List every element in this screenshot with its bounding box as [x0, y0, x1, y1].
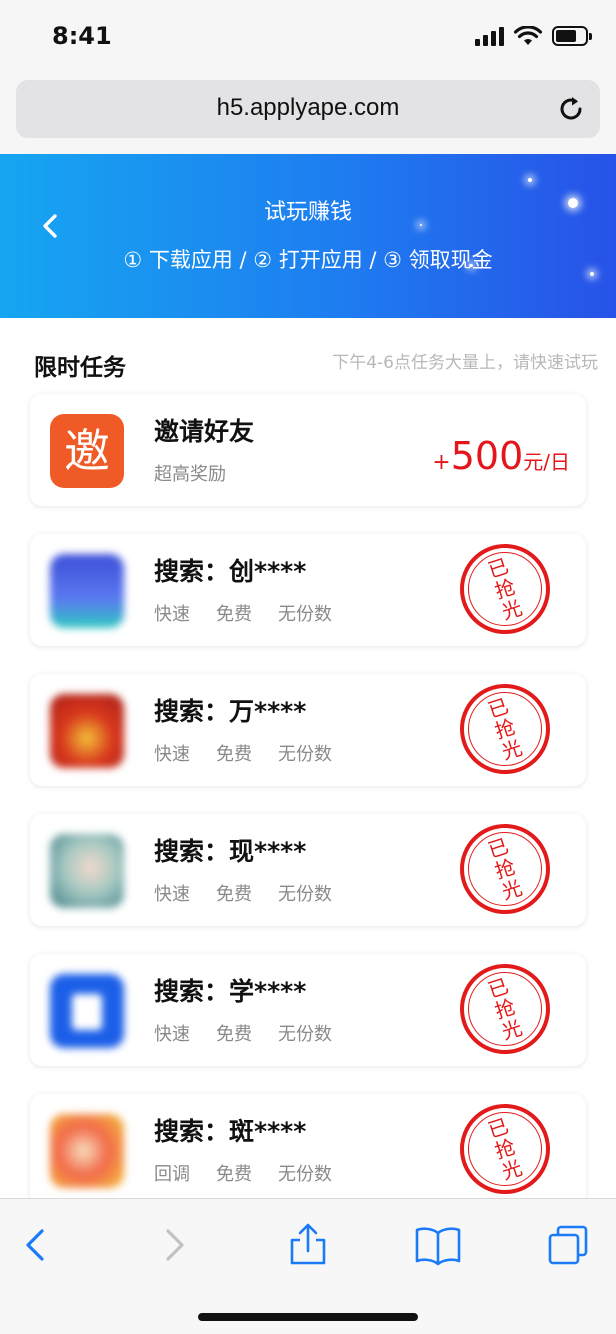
app-icon	[50, 974, 124, 1048]
section-hint: 下午4-6点任务大量上，请快速试玩	[332, 353, 598, 373]
cellular-signal-icon	[475, 26, 504, 46]
task-title: 搜索：万****	[154, 697, 307, 726]
steps-text: ① 下载应用 / ② 打开应用 / ③ 领取现金	[123, 248, 493, 272]
app-icon	[50, 554, 124, 628]
card-subtitle: 超高奖励	[154, 464, 226, 485]
task-card[interactable]: 搜索：创**** 快速 免费 无份数 已抢光	[30, 534, 586, 646]
reload-icon[interactable]	[556, 94, 586, 124]
sold-out-stamp: 已抢光	[460, 824, 550, 914]
sold-out-stamp: 已抢光	[460, 1104, 550, 1194]
task-tag: 免费	[216, 884, 252, 905]
tabs-icon[interactable]	[546, 1223, 590, 1267]
status-bar: 8:41	[0, 0, 616, 76]
app-icon	[50, 694, 124, 768]
task-title: 搜索：学****	[154, 977, 307, 1006]
task-title: 搜索：现****	[154, 837, 307, 866]
task-tags: 快速 免费 无份数	[154, 600, 332, 626]
card-title: 邀请好友	[154, 417, 255, 446]
reward-value: 500	[450, 434, 524, 478]
task-card[interactable]: 搜索：学**** 快速 免费 无份数 已抢光	[30, 954, 586, 1066]
sold-out-stamp: 已抢光	[460, 964, 550, 1054]
task-tags: 快速 免费 无份数	[154, 1020, 332, 1046]
task-tag: 免费	[216, 1024, 252, 1045]
task-tag: 无份数	[278, 1024, 332, 1045]
browser-toolbar	[0, 1198, 616, 1334]
task-tag: 无份数	[278, 884, 332, 905]
address-bar[interactable]: h5.applyape.com	[16, 80, 600, 138]
sold-out-stamp: 已抢光	[460, 684, 550, 774]
invite-friends-card[interactable]: 邀 邀请好友 超高奖励 +500元/日	[30, 394, 586, 506]
stamp-text: 已抢光	[484, 973, 526, 1045]
task-tag: 快速	[154, 884, 190, 905]
header-banner: 试玩赚钱 ① 下载应用 / ② 打开应用 / ③ 领取现金	[0, 154, 616, 318]
task-tags: 回调 免费 无份数	[154, 1160, 332, 1186]
task-tag: 快速	[154, 744, 190, 765]
page-title: 试玩赚钱	[263, 200, 352, 225]
back-icon[interactable]	[14, 1223, 58, 1267]
sold-out-stamp: 已抢光	[460, 544, 550, 634]
task-tag: 无份数	[278, 744, 332, 765]
stamp-text: 已抢光	[484, 833, 526, 905]
task-card[interactable]: 搜索：万**** 快速 免费 无份数 已抢光	[30, 674, 586, 786]
stamp-text: 已抢光	[484, 553, 526, 625]
battery-icon	[552, 26, 592, 46]
home-indicator	[198, 1313, 418, 1321]
status-icons	[475, 26, 592, 46]
app-icon	[50, 1114, 124, 1188]
task-card[interactable]: 搜索：现**** 快速 免费 无份数 已抢光	[30, 814, 586, 926]
app-icon	[50, 834, 124, 908]
task-title: 搜索：斑****	[154, 1117, 307, 1146]
reward-plus: +	[432, 450, 451, 475]
wifi-icon	[514, 26, 542, 45]
task-tag: 无份数	[278, 604, 332, 625]
task-tag: 无份数	[278, 1164, 332, 1185]
task-tag: 快速	[154, 604, 190, 625]
task-tags: 快速 免费 无份数	[154, 740, 332, 766]
status-time: 8:41	[52, 22, 112, 50]
task-tag: 回调	[154, 1164, 190, 1185]
forward-icon[interactable]	[152, 1223, 196, 1267]
task-card[interactable]: 搜索：斑**** 回调 免费 无份数 已抢光	[30, 1094, 586, 1206]
stamp-text: 已抢光	[484, 693, 526, 765]
task-tag: 免费	[216, 604, 252, 625]
task-tags: 快速 免费 无份数	[154, 880, 332, 906]
reward-unit: 元/日	[523, 450, 570, 474]
task-tag: 免费	[216, 744, 252, 765]
star-decoration	[528, 178, 532, 182]
section-title: 限时任务	[34, 355, 126, 381]
share-icon[interactable]	[286, 1223, 330, 1267]
url-text[interactable]: h5.applyape.com	[16, 94, 600, 122]
task-tag: 快速	[154, 1024, 190, 1045]
stamp-text: 已抢光	[484, 1113, 526, 1185]
invite-app-icon: 邀	[50, 414, 124, 488]
task-tag: 免费	[216, 1164, 252, 1185]
reward-amount: +500元/日	[432, 434, 570, 478]
bookmarks-icon[interactable]	[414, 1223, 462, 1267]
task-title: 搜索：创****	[154, 557, 307, 586]
task-list-panel: 限时任务 下午4-6点任务大量上，请快速试玩 邀 邀请好友 超高奖励 +500元…	[0, 318, 616, 1206]
